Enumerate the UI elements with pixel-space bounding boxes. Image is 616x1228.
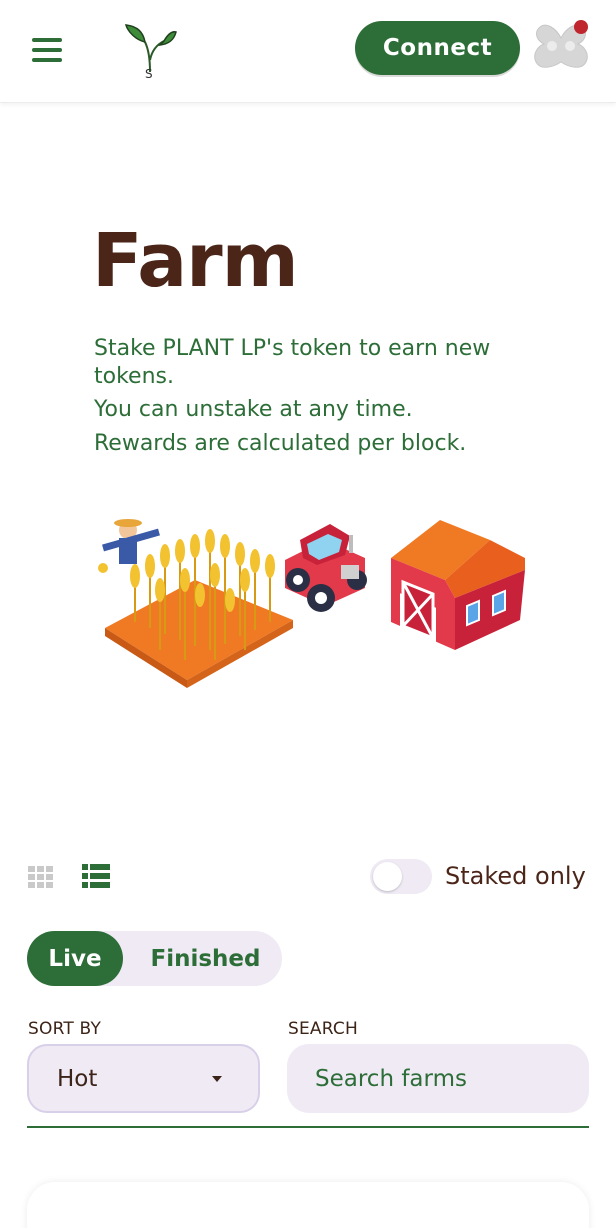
plant-logo-icon[interactable]: S [118, 20, 182, 82]
farm-card[interactable] [27, 1182, 589, 1228]
search-label: SEARCH [288, 1019, 358, 1039]
sort-value: Hot [57, 1066, 98, 1092]
profile-avatar-icon[interactable] [530, 18, 592, 78]
connect-button[interactable]: Connect [355, 21, 520, 75]
divider [27, 1126, 589, 1128]
page-title: Farm [92, 218, 299, 304]
grid-view-icon[interactable] [28, 866, 54, 888]
description-line-3: Rewards are calculated per block. [94, 431, 467, 456]
list-view-icon[interactable] [82, 864, 110, 888]
description-line-1: Stake PLANT LP's token to earn new token… [94, 336, 491, 389]
staked-only-label: Staked only [445, 862, 586, 890]
staked-only-toggle[interactable] [370, 859, 432, 894]
tab-live[interactable]: Live [27, 931, 123, 986]
description-line-2: You can unstake at any time. [94, 397, 413, 422]
live-finished-tabs: Live Finished [27, 931, 282, 986]
sort-by-label: SORT BY [28, 1019, 102, 1039]
top-bar: S Connect [0, 0, 616, 103]
tab-finished[interactable]: Finished [133, 931, 278, 986]
toggle-knob [373, 862, 402, 891]
sort-caret-icon [212, 1076, 222, 1082]
menu-icon[interactable] [30, 36, 64, 64]
farm-illustration [95, 510, 535, 690]
logo-letter: S [145, 67, 153, 81]
sort-select[interactable]: Hot [27, 1044, 260, 1113]
notification-dot [574, 20, 588, 34]
search-input[interactable] [287, 1044, 589, 1113]
